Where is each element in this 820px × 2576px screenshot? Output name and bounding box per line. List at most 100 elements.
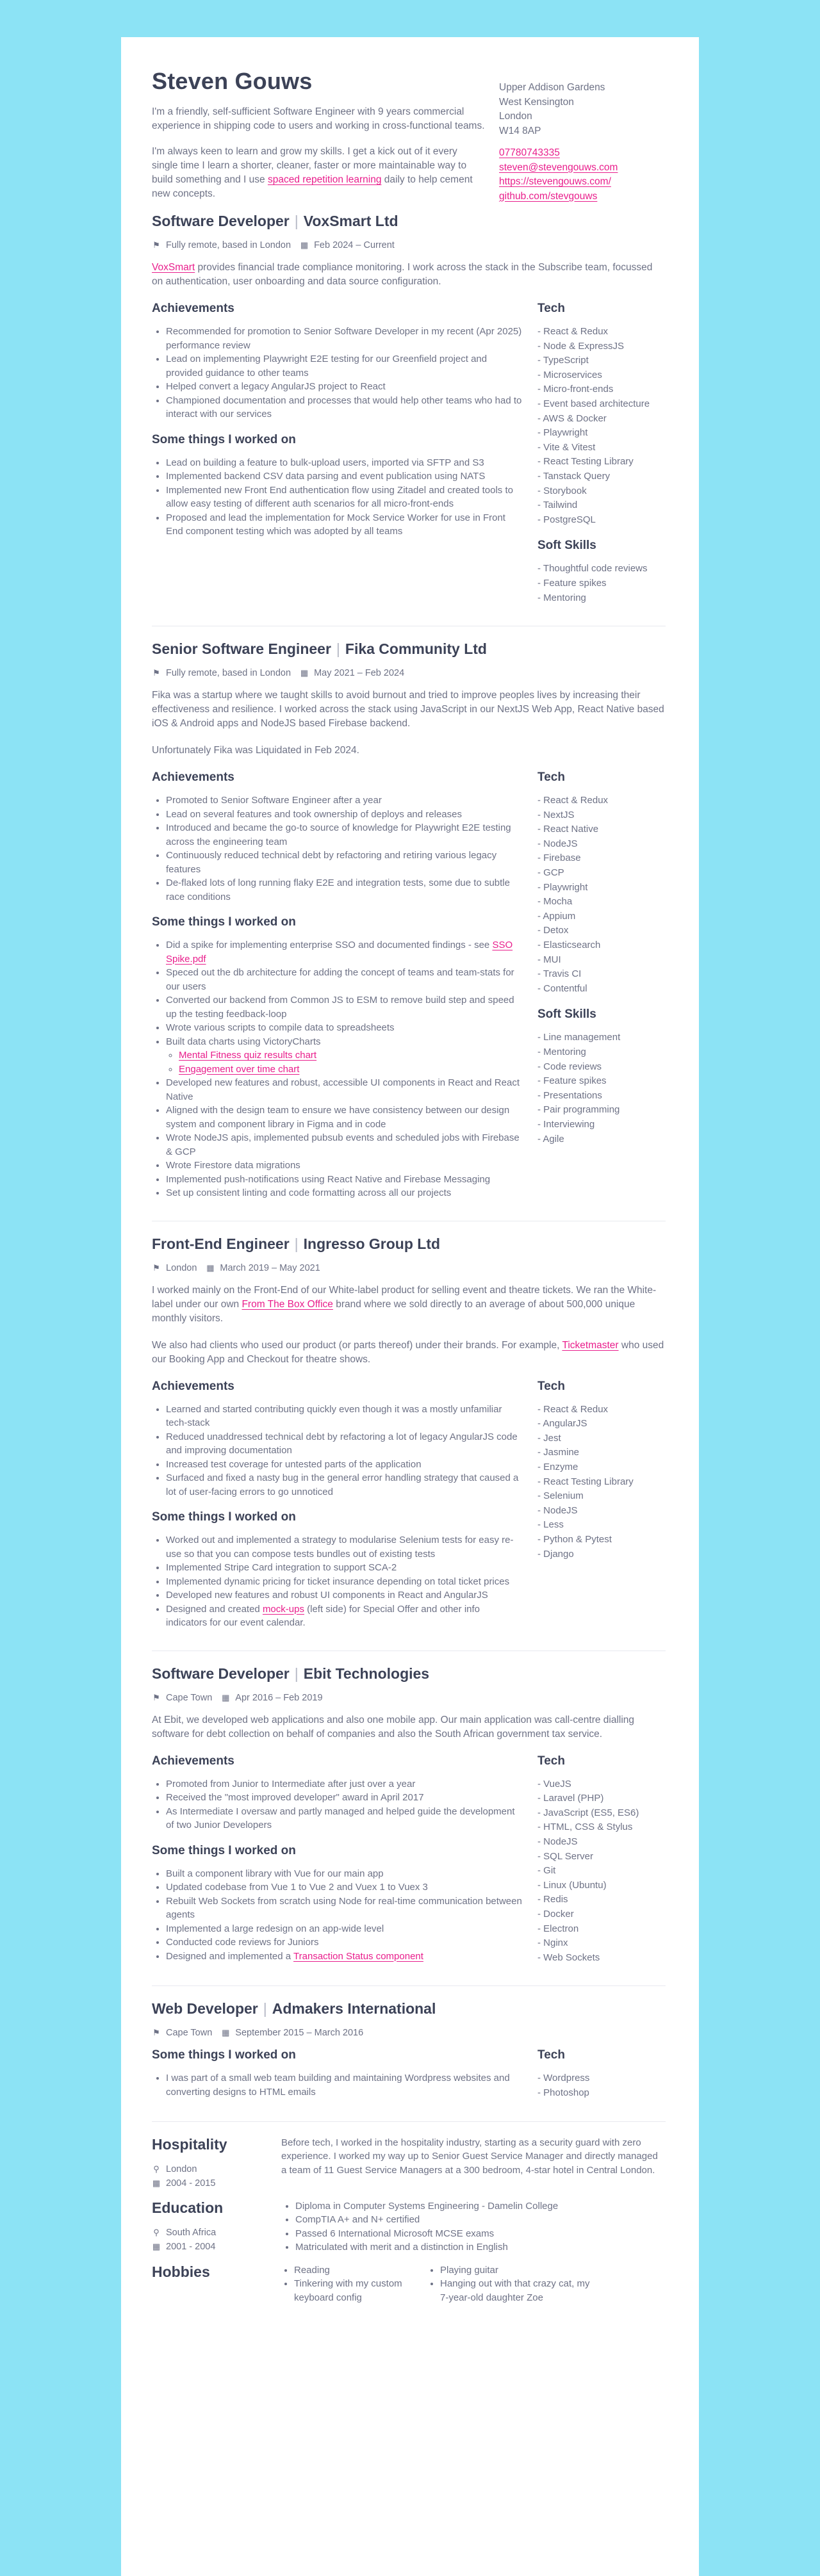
section-divider xyxy=(152,1985,666,1987)
list-item: Speced out the db architecture for addin… xyxy=(166,966,523,993)
job-description: We also had clients who used our product… xyxy=(152,1339,666,1367)
tech-item: Git xyxy=(537,1864,666,1879)
item-text: Implemented new Front End authentication… xyxy=(166,484,513,510)
title-divider: | xyxy=(294,1235,299,1252)
description-link[interactable]: Ticketmaster xyxy=(562,1340,618,1351)
email-link[interactable]: steven@stevengouws.com xyxy=(499,162,618,173)
item-text: Developed new features and robust UI com… xyxy=(166,1590,488,1601)
section-divider xyxy=(152,2121,666,2122)
resume-header: Steven Gouws I'm a friendly, self-suffic… xyxy=(152,68,666,213)
description-link[interactable]: From The Box Office xyxy=(242,1299,332,1310)
tech-item: PostgreSQL xyxy=(537,513,666,528)
resume-page: Steven Gouws I'm a friendly, self-suffic… xyxy=(121,37,699,2576)
list-item: Received the "most improved developer" a… xyxy=(166,1791,523,1805)
title-divider: | xyxy=(294,213,299,229)
job-side-column: Tech WordpressPhotoshop xyxy=(537,2048,666,2112)
item-text: Wrote Firestore data migrations xyxy=(166,1160,300,1171)
job-side-column: Tech React & ReduxNode & ExpressJSTypeScr… xyxy=(537,302,666,617)
item-link[interactable]: mock-ups xyxy=(263,1604,304,1615)
job-main-column: Achievements Recommended for promotion to… xyxy=(152,302,523,617)
tech-heading: Tech xyxy=(537,2048,565,2062)
tech-item: Less xyxy=(537,1518,666,1533)
list-item: Converted our backend from Common JS to … xyxy=(166,993,523,1021)
location-pin-icon: ⚲ xyxy=(153,2164,160,2174)
list-item: Promoted to Senior Software Engineer aft… xyxy=(166,794,523,808)
spaced-repetition-link[interactable]: spaced repetition learning xyxy=(268,174,382,185)
list-item: Promoted from Junior to Intermediate aft… xyxy=(166,1777,523,1791)
job-columns: Some things I worked on I was part of a s… xyxy=(152,2048,666,2112)
tech-item: Playwright xyxy=(537,881,666,895)
tech-item: Detox xyxy=(537,924,666,938)
tech-item: Firebase xyxy=(537,851,666,866)
list-item: Designed and created mock-ups (left side… xyxy=(166,1602,523,1630)
job-company: VoxSmart Ltd xyxy=(303,213,398,229)
item-text: Designed and implemented a xyxy=(166,1950,294,1962)
company-link[interactable]: VoxSmart xyxy=(152,262,195,273)
intro-paragraph-1: I'm a friendly, self-sufficient Software… xyxy=(152,106,485,131)
worked-on-heading: Some things I worked on xyxy=(152,432,296,446)
tech-item: HTML, CSS & Stylus xyxy=(537,1820,666,1835)
tech-item: JavaScript (ES5, ES6) xyxy=(537,1806,666,1821)
job-side-column: Tech VueJSLaravel (PHP)JavaScript (ES5, E… xyxy=(537,1754,666,1977)
chart-link[interactable]: Mental Fitness quiz results chart xyxy=(179,1050,316,1061)
tech-item: Contentful xyxy=(537,982,666,997)
calendar-icon: ▦ xyxy=(222,1692,230,1702)
list-item: Reduced unaddressed technical debt by re… xyxy=(166,1430,523,1458)
tech-item: Tanstack Query xyxy=(537,469,666,484)
person-name: Steven Gouws xyxy=(152,68,313,94)
item-text: Converted our backend from Common JS to … xyxy=(166,995,514,1020)
item-text: Rebuilt Web Sockets from scratch using N… xyxy=(166,1895,522,1921)
hospitality-dates: 2004 - 2015 xyxy=(166,2178,216,2189)
soft-skill-item: Mentoring xyxy=(537,591,666,606)
list-item: Implemented backend CSV data parsing and… xyxy=(166,469,523,484)
address-line: Upper Addison Gardens xyxy=(499,82,605,93)
worked-on-list: Did a spike for implementing enterprise … xyxy=(152,938,523,1200)
job-meta: ⚑ Cape Town ▦ September 2015 – March 2016 xyxy=(152,2028,666,2038)
list-item: Conducted code reviews for Juniors xyxy=(166,1936,523,1950)
list-item: Lead on building a feature to bulk-uploa… xyxy=(166,456,523,470)
job-title: Front-End Engineer | Ingresso Group Ltd xyxy=(152,1235,666,1253)
hospitality-section: Hospitality ⚲ London ▦ 2004 - 2015 Before … xyxy=(152,2136,666,2190)
list-item: Championed documentation and processes t… xyxy=(166,394,523,421)
job-company: Ingresso Group Ltd xyxy=(303,1235,441,1252)
job-main-column: Achievements Promoted from Junior to Inte… xyxy=(152,1754,523,1977)
item-text: Worked out and implemented a strategy to… xyxy=(166,1535,514,1560)
job-meta: ⚑ London ▦ March 2019 – May 2021 xyxy=(152,1263,666,1273)
list-item: Surfaced and fixed a nasty bug in the ge… xyxy=(166,1471,523,1499)
worked-on-heading: Some things I worked on xyxy=(152,1510,296,1524)
job-role: Software Developer xyxy=(152,1665,290,1682)
tech-item: NodeJS xyxy=(537,1835,666,1850)
calendar-icon: ▦ xyxy=(300,668,309,678)
item-text: Wrote various scripts to compile data to… xyxy=(166,1022,395,1034)
location-pin-icon: ⚑ xyxy=(152,2028,160,2038)
soft-skill-item: Mentoring xyxy=(537,1045,666,1060)
website-link[interactable]: https://stevengouws.com/ xyxy=(499,176,611,187)
tech-item: Django xyxy=(537,1547,666,1562)
soft-skills-list: Thoughtful code reviewsFeature spikesMen… xyxy=(537,562,666,605)
hobbies-list: Reading Playing guitar Tinkering with my… xyxy=(281,2263,664,2305)
item-text: Implemented dynamic pricing for ticket i… xyxy=(166,1576,510,1587)
tech-list: React & ReduxNode & ExpressJSTypeScriptM… xyxy=(537,325,666,527)
location-pin-icon: ⚲ xyxy=(153,2227,160,2237)
tech-item: Wordpress xyxy=(537,2071,666,2086)
github-link[interactable]: github.com/stevgouws xyxy=(499,191,597,202)
tech-list: React & ReduxNextJSReact NativeNodeJSFir… xyxy=(537,794,666,996)
title-divider: | xyxy=(336,640,340,658)
achievements-heading: Achievements xyxy=(152,1754,234,1768)
list-item: Lead on several features and took owners… xyxy=(166,808,523,822)
list-item: Updated codebase from Vue 1 to Vue 2 and… xyxy=(166,1880,523,1895)
item-text: Implemented Stripe Card integration to s… xyxy=(166,1562,397,1574)
list-item: Diploma in Computer Systems Engineering … xyxy=(295,2199,664,2213)
soft-skills-list: Line managementMentoringCode reviewsFeat… xyxy=(537,1031,666,1146)
worked-on-heading: Some things I worked on xyxy=(152,915,296,929)
list-item: Recommended for promotion to Senior Soft… xyxy=(166,325,523,352)
job-company: Admakers International xyxy=(272,2000,436,2018)
sub-list-item: Engagement over time chart xyxy=(179,1063,523,1077)
worked-on-list: Worked out and implemented a strategy to… xyxy=(152,1533,523,1630)
job-location: Cape Town xyxy=(166,2028,213,2039)
chart-link[interactable]: Engagement over time chart xyxy=(179,1064,299,1075)
tech-item: Photoshop xyxy=(537,2086,666,2101)
phone-link[interactable]: 07780743335 xyxy=(499,147,560,158)
item-link[interactable]: Transaction Status component xyxy=(293,1951,423,1962)
tech-item: Elasticsearch xyxy=(537,938,666,953)
